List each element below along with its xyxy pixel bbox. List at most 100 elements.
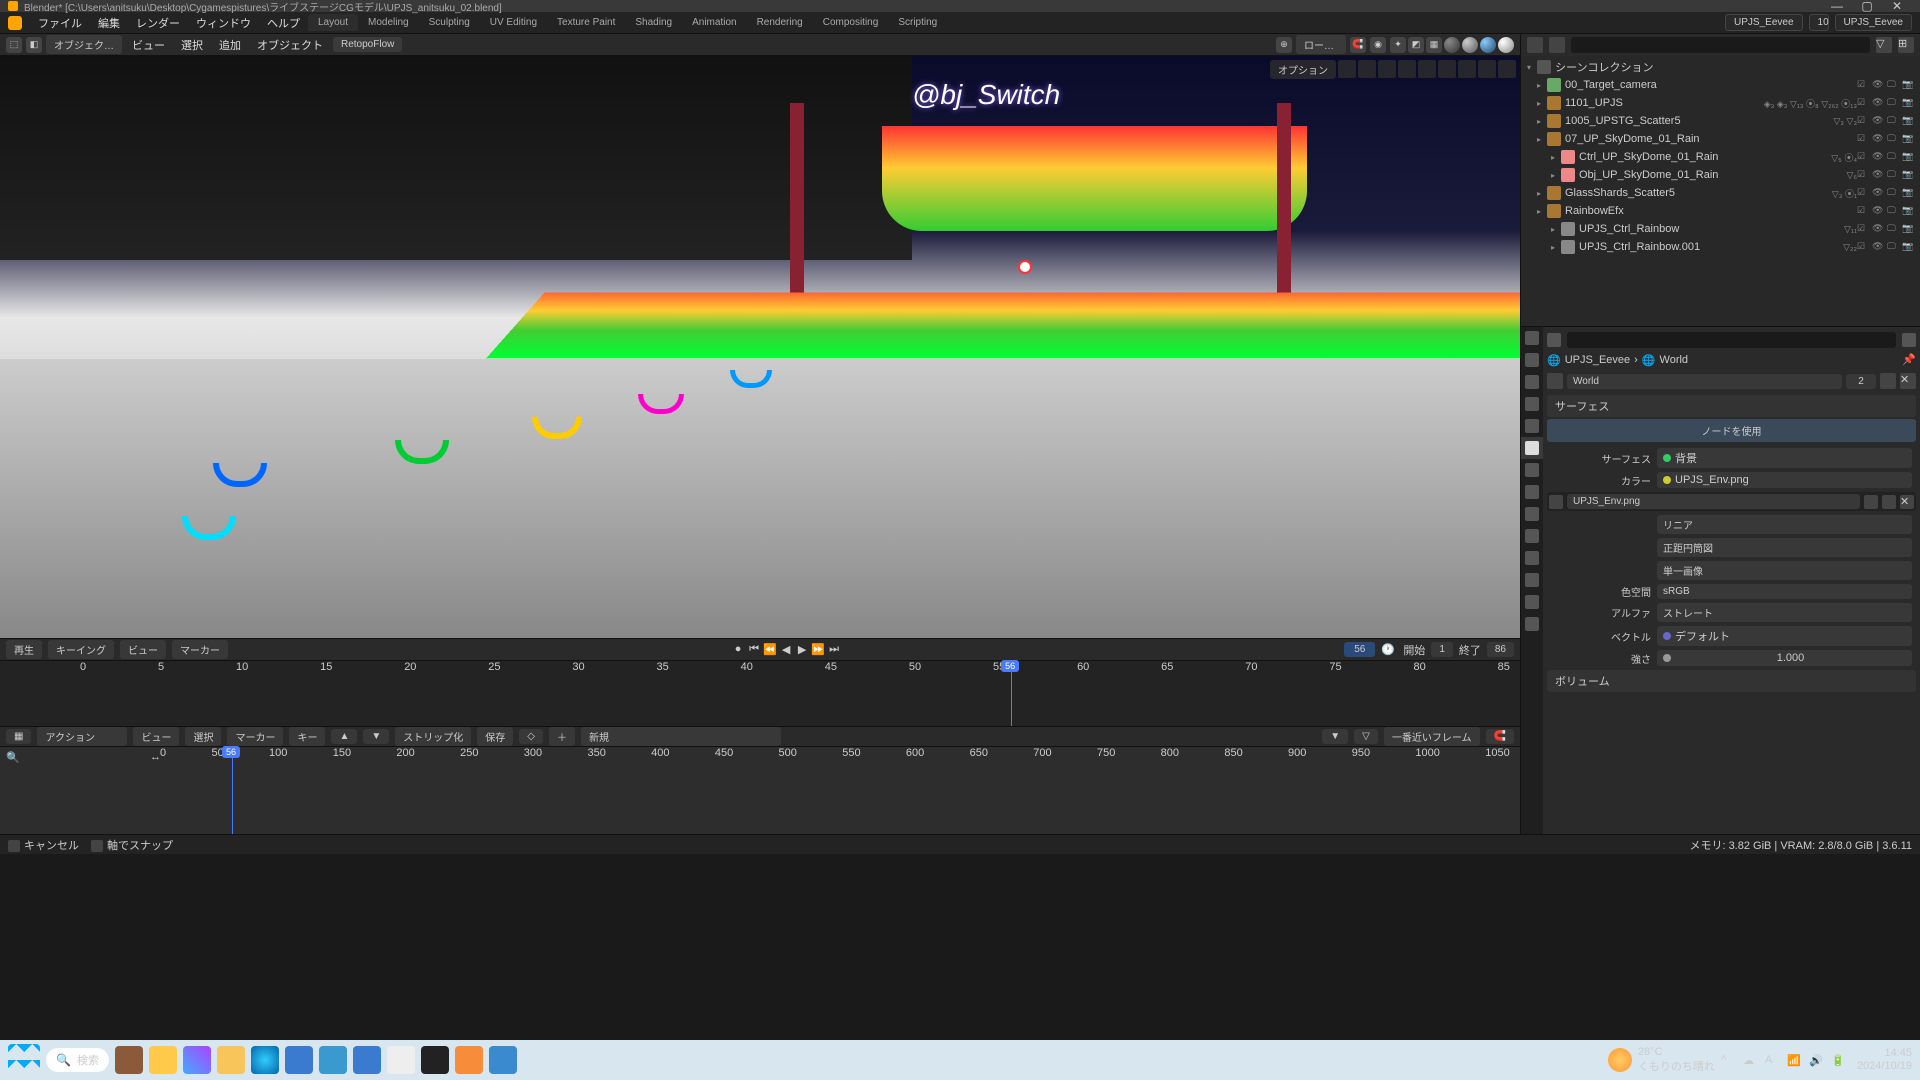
vp-menu-view[interactable]: ビュー xyxy=(126,37,171,53)
autokey2-icon[interactable]: 🕐 xyxy=(1381,643,1397,656)
system-tray[interactable]: ^ ☁ A 📶 🔊 🔋 xyxy=(1721,1054,1845,1067)
maximize-button[interactable]: ▢ xyxy=(1852,0,1882,13)
outliner-row[interactable]: ▸UPJS_Ctrl_Rainbow▽₁₁☑👁🖵📷 xyxy=(1523,220,1918,238)
vp-menu-object[interactable]: オブジェクト xyxy=(251,37,329,53)
viewport-disable-icon[interactable]: 🖵 xyxy=(1887,223,1899,235)
opt-icon-5[interactable] xyxy=(1418,60,1436,78)
start-frame-input[interactable]: 1 xyxy=(1431,642,1453,657)
prop-search-input[interactable] xyxy=(1567,332,1896,348)
taskbar-app-8-icon[interactable] xyxy=(489,1046,517,1074)
image-new-icon[interactable] xyxy=(1882,495,1896,509)
disclosure-icon[interactable]: ▸ xyxy=(1551,153,1561,162)
dope-nearest-dropdown[interactable]: 一番近いフレーム xyxy=(1384,727,1480,746)
autokey-icon[interactable]: ● xyxy=(731,643,745,656)
shading-rendered-icon[interactable] xyxy=(1498,37,1514,53)
render-disable-icon[interactable]: 📷 xyxy=(1902,79,1914,91)
dope-layer-down-icon[interactable]: ▼ xyxy=(363,729,389,744)
menu-edit[interactable]: 編集 xyxy=(90,15,128,31)
world-icon[interactable] xyxy=(1547,373,1563,389)
viewport-disable-icon[interactable]: 🖵 xyxy=(1887,187,1899,199)
workspace-tab-sculpting[interactable]: Sculpting xyxy=(419,14,480,31)
crumb-scene[interactable]: UPJS_Eevee xyxy=(1565,354,1630,366)
play-rev-icon[interactable]: ◀ xyxy=(779,643,793,656)
world-newlinked-icon[interactable] xyxy=(1880,373,1896,389)
exclude-icon[interactable]: ☑ xyxy=(1857,151,1869,163)
world-user-count[interactable]: 2 xyxy=(1846,374,1876,389)
mode-icon[interactable]: ◧ xyxy=(26,37,42,53)
overlay-icon[interactable]: ◩ xyxy=(1408,37,1424,53)
proportional-icon[interactable]: ◉ xyxy=(1370,37,1386,53)
taskbar-app-copilot-icon[interactable] xyxy=(183,1046,211,1074)
surface-header[interactable]: サーフェス xyxy=(1547,395,1916,417)
hide-icon[interactable]: 👁 xyxy=(1872,79,1884,91)
timeline-marker-menu[interactable]: マーカー xyxy=(172,640,228,659)
taskbar-app-1-icon[interactable] xyxy=(115,1046,143,1074)
menu-help[interactable]: ヘルプ xyxy=(259,15,308,31)
shading-matprev-icon[interactable] xyxy=(1480,37,1496,53)
workspace-tab-compositing[interactable]: Compositing xyxy=(813,14,889,31)
crumb-world[interactable]: World xyxy=(1660,354,1689,366)
dope-new-btn[interactable]: 新規 xyxy=(581,727,781,746)
exclude-icon[interactable]: ☑ xyxy=(1857,115,1869,127)
prop-tab-physics-icon[interactable] xyxy=(1521,525,1543,547)
taskbar-app-blender-icon[interactable] xyxy=(455,1046,483,1074)
opt-icon-4[interactable] xyxy=(1398,60,1416,78)
menu-window[interactable]: ウィンドウ xyxy=(188,15,259,31)
dope-mode-dropdown[interactable]: アクション xyxy=(37,727,127,746)
viewport-disable-icon[interactable]: 🖵 xyxy=(1887,133,1899,145)
hide-icon[interactable]: 👁 xyxy=(1872,115,1884,127)
disclosure-icon[interactable]: ▸ xyxy=(1537,117,1547,126)
dope-editor-icon[interactable]: ▦ xyxy=(6,729,31,744)
tray-ime-icon[interactable]: A xyxy=(1765,1054,1779,1066)
dopesheet-playhead[interactable]: 56 xyxy=(232,747,233,834)
colorspace-dropdown[interactable]: sRGB xyxy=(1657,584,1912,599)
scene-dropdown[interactable]: UPJS_Eevee xyxy=(1725,14,1802,31)
dope-add-icon[interactable]: ＋ xyxy=(549,727,575,746)
render-disable-icon[interactable]: 📷 xyxy=(1902,187,1914,199)
outliner-row[interactable]: ▸UPJS_Ctrl_Rainbow.001▽₂₂☑👁🖵📷 xyxy=(1523,238,1918,256)
workspace-tab-scripting[interactable]: Scripting xyxy=(888,14,947,31)
disclosure-icon[interactable]: ▾ xyxy=(1527,63,1537,72)
vp-menu-select[interactable]: 選択 xyxy=(175,37,209,53)
outliner-row[interactable]: ▸1101_UPJS◈₃ ◈₃ ▽₁₃ ⦿₈ ▽₂₆₂ ⦿₁₃☑👁🖵📷 xyxy=(1523,94,1918,112)
outliner-search-input[interactable] xyxy=(1571,37,1870,53)
disclosure-icon[interactable]: ▸ xyxy=(1551,225,1561,234)
disclosure-icon[interactable]: ▸ xyxy=(1537,81,1547,90)
image-icon[interactable] xyxy=(1549,495,1563,509)
opt-icon-9[interactable] xyxy=(1498,60,1516,78)
exclude-icon[interactable]: ☑ xyxy=(1857,241,1869,253)
vector-dropdown[interactable]: デフォルト xyxy=(1657,626,1912,646)
gizmo-icon[interactable]: ✦ xyxy=(1390,37,1406,53)
taskbar-app-folder-icon[interactable] xyxy=(217,1046,245,1074)
taskbar-app-terminal-icon[interactable] xyxy=(421,1046,449,1074)
dope-action-icon[interactable]: ◇ xyxy=(519,729,543,744)
color-value[interactable]: UPJS_Env.png xyxy=(1657,472,1912,488)
retopoflow-dropdown[interactable]: RetopoFlow xyxy=(333,37,402,52)
options-dropdown[interactable]: オプション xyxy=(1270,60,1336,79)
prop-tab-object-icon[interactable] xyxy=(1521,459,1543,481)
world-unlink-icon[interactable]: ✕ xyxy=(1900,373,1916,389)
timeline-view-menu[interactable]: ビュー xyxy=(120,640,166,659)
viewport-disable-icon[interactable]: 🖵 xyxy=(1887,151,1899,163)
menu-file[interactable]: ファイル xyxy=(30,15,90,31)
viewport-disable-icon[interactable]: 🖵 xyxy=(1887,79,1899,91)
render-disable-icon[interactable]: 📷 xyxy=(1902,151,1914,163)
timeline-playhead[interactable]: 56 xyxy=(1011,661,1012,726)
outliner-row[interactable]: ▸00_Target_camera☑👁🖵📷 xyxy=(1523,76,1918,94)
vp-menu-add[interactable]: 追加 xyxy=(213,37,247,53)
end-frame-input[interactable]: 86 xyxy=(1487,642,1514,657)
start-button[interactable] xyxy=(8,1044,40,1076)
outliner-row[interactable]: ▸Ctrl_UP_SkyDome_01_Rain▽₅ ⦿₄☑👁🖵📷 xyxy=(1523,148,1918,166)
scene-count[interactable]: 10 xyxy=(1809,14,1829,31)
opt-icon-6[interactable] xyxy=(1438,60,1456,78)
disclosure-icon[interactable]: ▸ xyxy=(1537,99,1547,108)
viewlayer-dropdown[interactable]: UPJS_Eevee xyxy=(1835,14,1912,31)
prop-tab-modifier-icon[interactable] xyxy=(1521,481,1543,503)
prop-tab-render-icon[interactable] xyxy=(1521,349,1543,371)
disclosure-icon[interactable]: ▸ xyxy=(1551,171,1561,180)
prev-key-icon[interactable]: ⏪ xyxy=(763,643,777,656)
mode-dropdown[interactable]: オブジェク… xyxy=(46,35,122,54)
outliner-filter-icon[interactable]: ▽ xyxy=(1876,37,1892,53)
dope-marker-menu[interactable]: マーカー xyxy=(227,727,283,746)
prop-tab-world-icon[interactable] xyxy=(1521,437,1543,459)
